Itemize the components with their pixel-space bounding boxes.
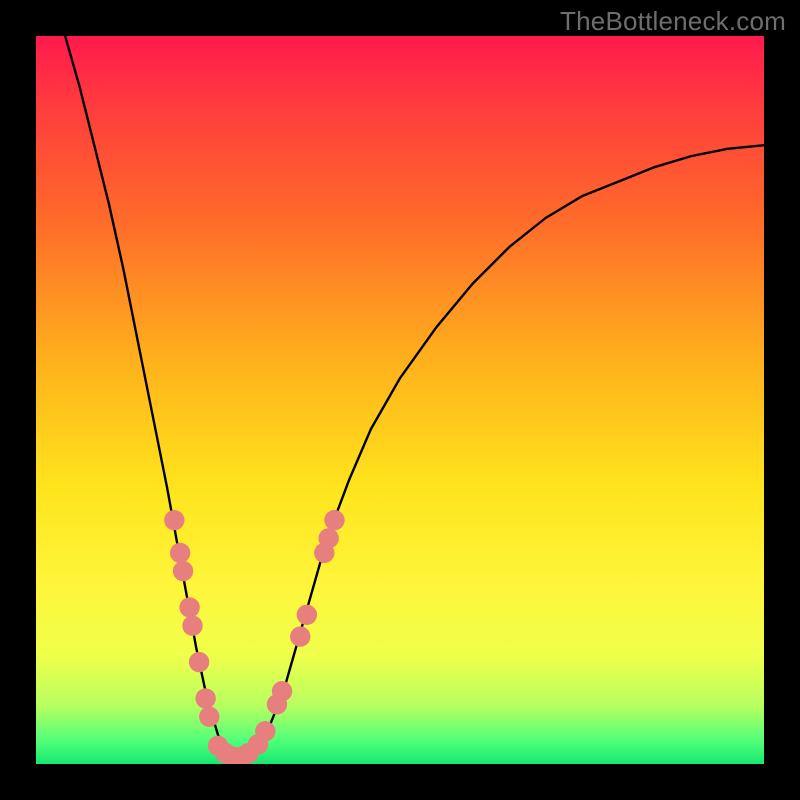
highlight-dot [195, 688, 215, 708]
highlight-dot [182, 615, 202, 635]
highlight-dot [179, 597, 199, 617]
v-curve [65, 36, 764, 760]
highlight-dot [173, 561, 193, 581]
highlight-dot [297, 605, 317, 625]
plot-area [36, 36, 764, 764]
highlight-dot [199, 706, 219, 726]
curve-layer [36, 36, 764, 764]
highlight-dot [164, 510, 184, 530]
chart-container: TheBottleneck.com [0, 0, 800, 800]
highlight-dot [272, 681, 292, 701]
highlight-dot [318, 528, 338, 548]
highlight-dot [170, 543, 190, 563]
highlight-dot [324, 510, 344, 530]
highlight-dot [255, 721, 275, 741]
watermark-text: TheBottleneck.com [560, 6, 786, 37]
highlight-dot [290, 626, 310, 646]
highlight-dot [189, 652, 209, 672]
